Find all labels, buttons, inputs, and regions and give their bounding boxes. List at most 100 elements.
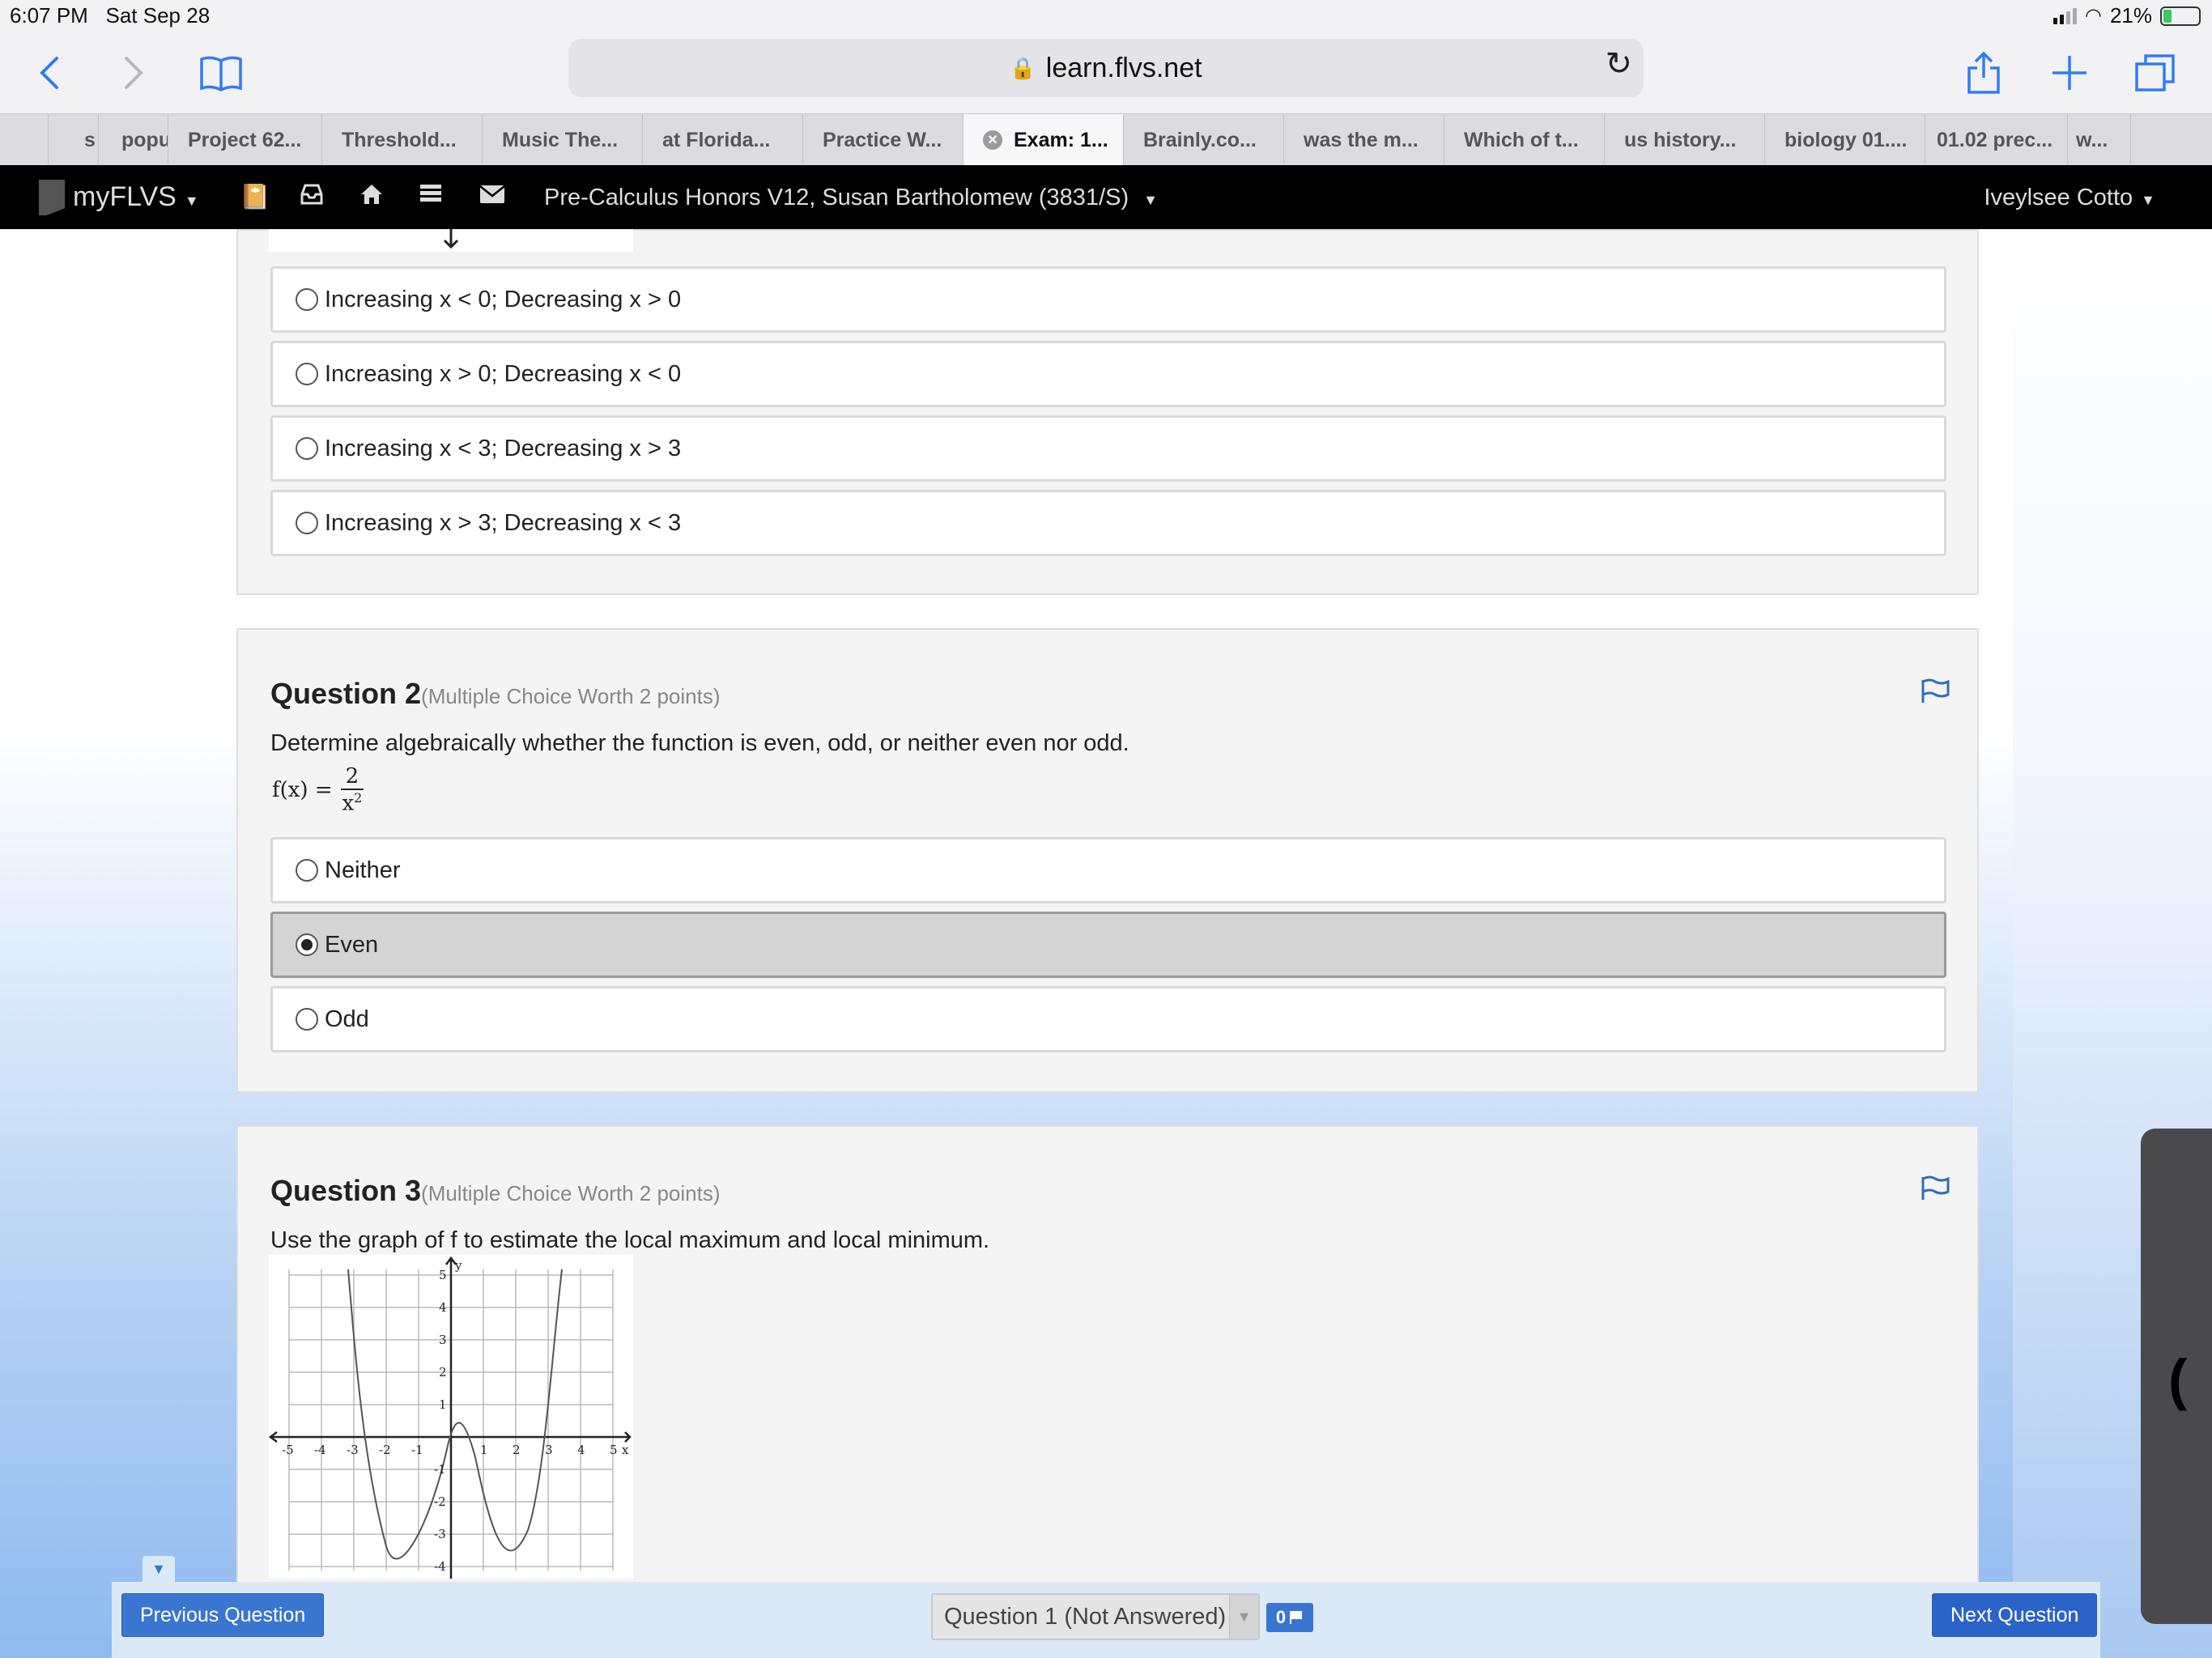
bookmarks-icon[interactable]	[193, 47, 249, 99]
radio-button[interactable]	[296, 1008, 318, 1031]
answer-option-selected[interactable]: Even	[270, 912, 1946, 978]
answer-option[interactable]: Increasing x > 0; Decreasing x < 0	[270, 341, 1946, 407]
tab-item[interactable]: 01.02 prec...	[1925, 114, 2068, 166]
flag-count-badge[interactable]: 0	[1266, 1603, 1313, 1632]
radio-button[interactable]	[296, 859, 318, 882]
user-name: Iveylsee Cotto	[1984, 185, 2133, 210]
tab-item[interactable]: us history...	[1605, 114, 1765, 166]
forward-icon[interactable]	[108, 47, 160, 99]
question-2-header: Question 2(Multiple Choice Worth 2 point…	[270, 677, 720, 711]
x-tick-label: 2	[513, 1443, 521, 1457]
new-tab-icon[interactable]	[2044, 47, 2095, 99]
next-question-button[interactable]: Next Question	[1932, 1593, 2098, 1637]
tab-item[interactable]: popu	[99, 114, 168, 166]
share-icon[interactable]	[1958, 47, 2010, 99]
list-icon[interactable]	[419, 183, 442, 210]
wifi-icon: ◠	[2085, 5, 2102, 27]
arrow-down-icon	[443, 229, 459, 249]
question-select[interactable]: Question 1 (Not Answered) ▼	[931, 1593, 1260, 1640]
course-selector[interactable]: Pre-Calculus Honors V12, Susan Bartholom…	[544, 185, 1158, 211]
signal-icon	[2053, 7, 2077, 24]
status-indicators: ◠ 21%	[2053, 3, 2201, 28]
battery-icon	[2160, 6, 2201, 26]
site-menu[interactable]: myFLVS ▼	[73, 181, 199, 213]
tab-item[interactable]: Practice W...	[803, 114, 963, 166]
formula-base: x	[342, 791, 355, 816]
radio-button[interactable]	[296, 288, 318, 311]
tab-item[interactable]: s	[49, 114, 99, 166]
tab-close-icon[interactable]: ✕	[983, 130, 1002, 150]
back-icon[interactable]	[23, 47, 74, 99]
option-label: Increasing x < 3; Decreasing x > 3	[325, 435, 682, 461]
option-label: Even	[325, 931, 379, 958]
tab-item[interactable]: Project 62...	[168, 114, 322, 166]
tabs-overview-icon[interactable]	[2129, 47, 2181, 99]
question-text: Use the graph of f to estimate the local…	[270, 1227, 990, 1253]
x-tick-label: -4	[314, 1443, 326, 1457]
status-clock: 6:07 PM	[10, 3, 88, 28]
question-navigation-bar: Previous Question Question 1 (Not Answer…	[112, 1582, 2100, 1658]
tab-item[interactable]: Music The...	[483, 114, 643, 166]
ios-status-bar: 6:07 PM Sat Sep 28 ◠ 21%	[0, 0, 2212, 32]
caret-down-icon: ▼	[184, 193, 199, 209]
y-tick-label: 1	[439, 1397, 447, 1412]
question-title: Question 2	[270, 677, 422, 710]
x-tick-label: -3	[347, 1443, 359, 1457]
user-menu[interactable]: Iveylsee Cotto ▼	[1984, 185, 2155, 211]
home-icon[interactable]	[359, 183, 384, 212]
y-tick-label: 5	[439, 1268, 447, 1282]
flag-icon[interactable]	[1921, 678, 1950, 704]
lock-icon: 🔒	[1010, 55, 1036, 80]
flvs-logo-icon	[39, 180, 65, 215]
flag-count-value: 0	[1275, 1607, 1287, 1627]
tab-label: w...	[2076, 128, 2108, 151]
tab-item[interactable]: Threshold...	[322, 114, 483, 166]
collapse-toggle[interactable]: ▼	[143, 1556, 175, 1582]
reload-icon[interactable]: ↻	[1605, 45, 1632, 83]
tab-item[interactable]: was the m...	[1284, 114, 1444, 166]
tab-label: was the m...	[1304, 128, 1419, 151]
y-tick-label: 4	[439, 1300, 447, 1315]
tab-label: Brainly.co...	[1143, 128, 1257, 151]
answer-option[interactable]: Increasing x < 0; Decreasing x > 0	[270, 266, 1946, 333]
flag-icon[interactable]	[1921, 1175, 1950, 1201]
x-axis-label: x	[622, 1443, 629, 1457]
previous-question-button[interactable]: Previous Question	[121, 1593, 325, 1637]
formula-lhs: f(x) =	[272, 777, 333, 802]
select-arrow-icon: ▼	[1229, 1595, 1258, 1639]
tab-spacer	[0, 114, 49, 166]
answer-option[interactable]: Odd	[270, 986, 1946, 1052]
x-tick-label: 5	[610, 1443, 618, 1457]
tab-label: Project 62...	[188, 128, 302, 151]
site-logo-text: myFLVS	[73, 181, 177, 212]
radio-button-checked[interactable]	[296, 933, 318, 956]
book-icon[interactable]: 📔	[240, 183, 270, 211]
inbox-icon[interactable]	[300, 183, 324, 212]
tab-item-active[interactable]: ✕ Exam: 1...	[963, 114, 1124, 166]
radio-button[interactable]	[296, 512, 318, 534]
tab-label: s	[84, 128, 96, 151]
answer-option[interactable]: Neither	[270, 837, 1946, 903]
tab-item[interactable]: w...	[2068, 114, 2131, 166]
tab-label: Exam: 1...	[1014, 128, 1108, 151]
tab-item[interactable]: at Florida...	[643, 114, 803, 166]
mail-icon[interactable]	[479, 183, 505, 210]
status-date: Sat Sep 28	[105, 3, 211, 28]
radio-button[interactable]	[296, 363, 318, 385]
radio-button[interactable]	[296, 437, 318, 460]
y-tick-label: -2	[434, 1494, 446, 1509]
answer-option[interactable]: Increasing x < 3; Decreasing x > 3	[270, 415, 1946, 482]
x-tick-label: 4	[577, 1443, 585, 1457]
function-graph: -5 -4 -3 -2 -1 1 2 3 4 5 x y 1 2 3 4 5 -…	[269, 1255, 633, 1579]
tab-item[interactable]: Brainly.co...	[1124, 114, 1284, 166]
side-panel-handle[interactable]: (	[2141, 1129, 2212, 1624]
tab-label: Which of t...	[1464, 128, 1579, 151]
question-3-header: Question 3(Multiple Choice Worth 2 point…	[270, 1174, 720, 1208]
y-tick-label: -4	[434, 1559, 446, 1574]
url-bar[interactable]: 🔒 learn.flvs.net ↻	[568, 39, 1644, 97]
tab-item[interactable]: biology 01....	[1765, 114, 1925, 166]
tab-item[interactable]: Which of t...	[1444, 114, 1605, 166]
caret-down-icon: ▼	[1143, 192, 1158, 208]
question-meta: (Multiple Choice Worth 2 points)	[421, 1181, 721, 1205]
answer-option[interactable]: Increasing x > 3; Decreasing x < 3	[270, 490, 1946, 556]
